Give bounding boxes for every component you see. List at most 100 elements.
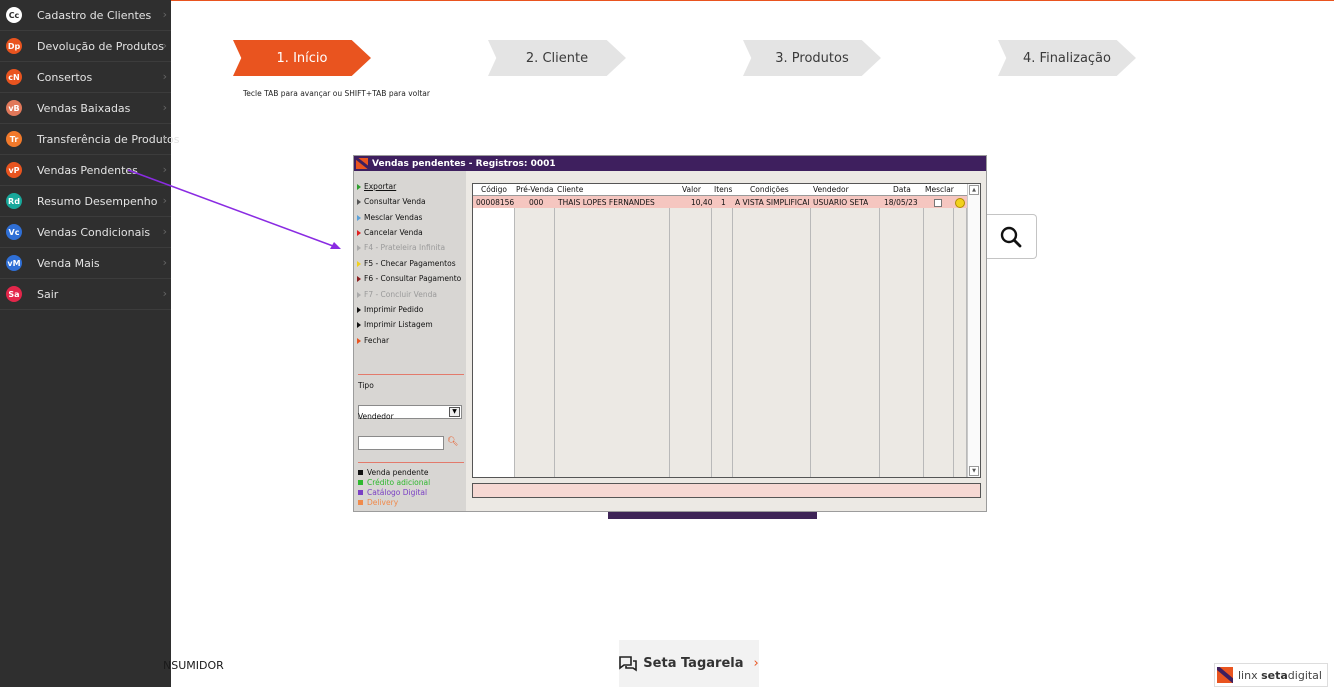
column-bg bbox=[811, 184, 880, 477]
cell-cliente: THAIS LOPES FERNANDES bbox=[558, 198, 655, 207]
actions-panel: Exportar Consultar Venda Mesclar Vendas … bbox=[354, 171, 466, 511]
legend-credito-adicional: Crédito adicional bbox=[358, 478, 430, 487]
column-header-mesclar[interactable]: Mesclar bbox=[925, 185, 954, 194]
scroll-up-icon[interactable]: ▲ bbox=[969, 185, 979, 195]
menu-imprimir-listagem[interactable]: Imprimir Listagem bbox=[357, 320, 433, 329]
step-produtos[interactable]: 3. Produtos bbox=[743, 40, 881, 76]
step-inicio[interactable]: 1. Início bbox=[233, 40, 371, 76]
brand-bold: seta bbox=[1261, 668, 1288, 682]
menu-label: Consultar Venda bbox=[364, 197, 426, 206]
play-icon bbox=[357, 214, 361, 221]
legend-label: Catálogo Digital bbox=[367, 488, 428, 497]
legend-label: Crédito adicional bbox=[367, 478, 431, 487]
vendedor-label: Vendedor bbox=[358, 412, 394, 421]
column-bg bbox=[733, 184, 811, 477]
search-icon[interactable]: 🔍︎ bbox=[447, 437, 458, 447]
dialog-title: Vendas pendentes - Registros: 0001 bbox=[372, 158, 556, 169]
column-bg bbox=[924, 184, 954, 477]
vertical-scrollbar[interactable]: ▲ ▼ bbox=[967, 184, 980, 477]
play-icon bbox=[357, 198, 361, 205]
seta-tagarela-label: Seta Tagarela bbox=[643, 656, 744, 671]
menu-label: Imprimir Listagem bbox=[364, 320, 433, 329]
cell-itens: 1 bbox=[721, 198, 726, 207]
step-cliente[interactable]: 2. Cliente bbox=[488, 40, 626, 76]
menu-imprimir-pedido[interactable]: Imprimir Pedido bbox=[357, 305, 423, 314]
divider bbox=[358, 462, 464, 463]
divider bbox=[358, 374, 464, 375]
menu-label: Cancelar Venda bbox=[364, 228, 423, 237]
menu-label: F7 - Concluir Venda bbox=[364, 290, 437, 299]
progress-bar bbox=[608, 512, 817, 519]
chat-icon bbox=[619, 655, 638, 671]
column-bg bbox=[712, 184, 733, 477]
step-label: 3. Produtos bbox=[775, 50, 849, 66]
pending-sales-table: Código Pré-Venda Cliente Valor Itens Con… bbox=[472, 183, 981, 478]
menu-label: F4 - Prateleira Infinita bbox=[364, 243, 446, 252]
play-icon bbox=[357, 229, 361, 236]
legend-swatch bbox=[358, 490, 363, 495]
menu-concluir-venda: F7 - Concluir Venda bbox=[357, 290, 437, 299]
legend-delivery: Delivery bbox=[358, 498, 398, 507]
legend-swatch bbox=[358, 470, 363, 475]
play-icon bbox=[357, 291, 361, 298]
menu-label: Mesclar Vendas bbox=[364, 213, 423, 222]
column-header-cliente[interactable]: Cliente bbox=[557, 185, 583, 194]
menu-consultar-venda[interactable]: Consultar Venda bbox=[357, 197, 426, 206]
menu-mesclar-vendas[interactable]: Mesclar Vendas bbox=[357, 213, 422, 222]
play-icon bbox=[357, 244, 361, 251]
play-icon bbox=[357, 183, 361, 190]
chevron-down-icon[interactable]: ▼ bbox=[449, 407, 460, 417]
column-header-pre-venda[interactable]: Pré-Venda bbox=[516, 185, 553, 194]
column-bg bbox=[555, 184, 670, 477]
column-bg bbox=[670, 184, 712, 477]
play-icon bbox=[357, 275, 361, 282]
legend-catalogo-digital: Catálogo Digital bbox=[358, 488, 427, 497]
column-header-vendedor[interactable]: Vendedor bbox=[813, 185, 849, 194]
menu-label: Imprimir Pedido bbox=[364, 305, 424, 314]
column-header-codigo[interactable]: Código bbox=[481, 185, 507, 194]
search-icon bbox=[1000, 226, 1022, 247]
menu-label: F5 - Checar Pagamentos bbox=[364, 259, 456, 268]
legend-label: Delivery bbox=[367, 498, 399, 507]
chevron-right-icon: › bbox=[753, 656, 759, 671]
seta-logo-icon bbox=[356, 158, 368, 169]
step-label: 1. Início bbox=[276, 50, 328, 66]
status-strip bbox=[472, 483, 981, 498]
column-header-itens[interactable]: Itens bbox=[714, 185, 732, 194]
seta-tagarela-button[interactable]: Seta Tagarela › bbox=[619, 640, 759, 687]
menu-checar-pagamentos[interactable]: F5 - Checar Pagamentos bbox=[357, 259, 456, 268]
step-finalizacao[interactable]: 4. Finalização bbox=[998, 40, 1136, 76]
play-icon bbox=[357, 306, 361, 313]
scroll-down-icon[interactable]: ▼ bbox=[969, 466, 979, 476]
play-icon bbox=[357, 337, 361, 344]
pending-sales-dialog: Vendas pendentes - Registros: 0001 Expor… bbox=[353, 155, 987, 512]
column-header-valor[interactable]: Valor bbox=[682, 185, 701, 194]
cell-codigo: 00008156 bbox=[476, 198, 515, 207]
menu-label: Exportar bbox=[364, 182, 397, 191]
brand-prefix: linx bbox=[1238, 668, 1262, 682]
mesclar-checkbox[interactable] bbox=[934, 199, 942, 207]
cell-pre-venda: 000 bbox=[529, 198, 544, 207]
menu-fechar[interactable]: Fechar bbox=[357, 336, 389, 345]
step-label: 4. Finalização bbox=[1023, 50, 1111, 66]
menu-label: Fechar bbox=[364, 336, 390, 345]
column-header-condicoes[interactable]: Condições bbox=[750, 185, 789, 194]
play-icon bbox=[357, 260, 361, 267]
legend-venda-pendente: Venda pendente bbox=[358, 468, 428, 477]
table-header: Código Pré-Venda Cliente Valor Itens Con… bbox=[473, 184, 967, 196]
column-header-data[interactable]: Data bbox=[893, 185, 911, 194]
menu-exportar[interactable]: Exportar bbox=[357, 182, 396, 191]
menu-consultar-pagamento[interactable]: F6 - Consultar Pagamento bbox=[357, 274, 461, 283]
menu-prateleira-infinita: F4 - Prateleira Infinita bbox=[357, 243, 445, 252]
step-label: 2. Cliente bbox=[525, 50, 589, 66]
menu-cancelar-venda[interactable]: Cancelar Venda bbox=[357, 228, 423, 237]
legend-label: Venda pendente bbox=[367, 468, 429, 477]
column-bg bbox=[473, 184, 515, 477]
search-button[interactable] bbox=[986, 214, 1037, 259]
vendedor-input[interactable] bbox=[358, 436, 444, 450]
column-bg bbox=[954, 184, 967, 477]
column-bg bbox=[515, 184, 555, 477]
tipo-label: Tipo bbox=[358, 381, 374, 390]
cell-valor: 10,40 bbox=[691, 198, 713, 207]
dialog-titlebar: Vendas pendentes - Registros: 0001 bbox=[354, 156, 986, 171]
